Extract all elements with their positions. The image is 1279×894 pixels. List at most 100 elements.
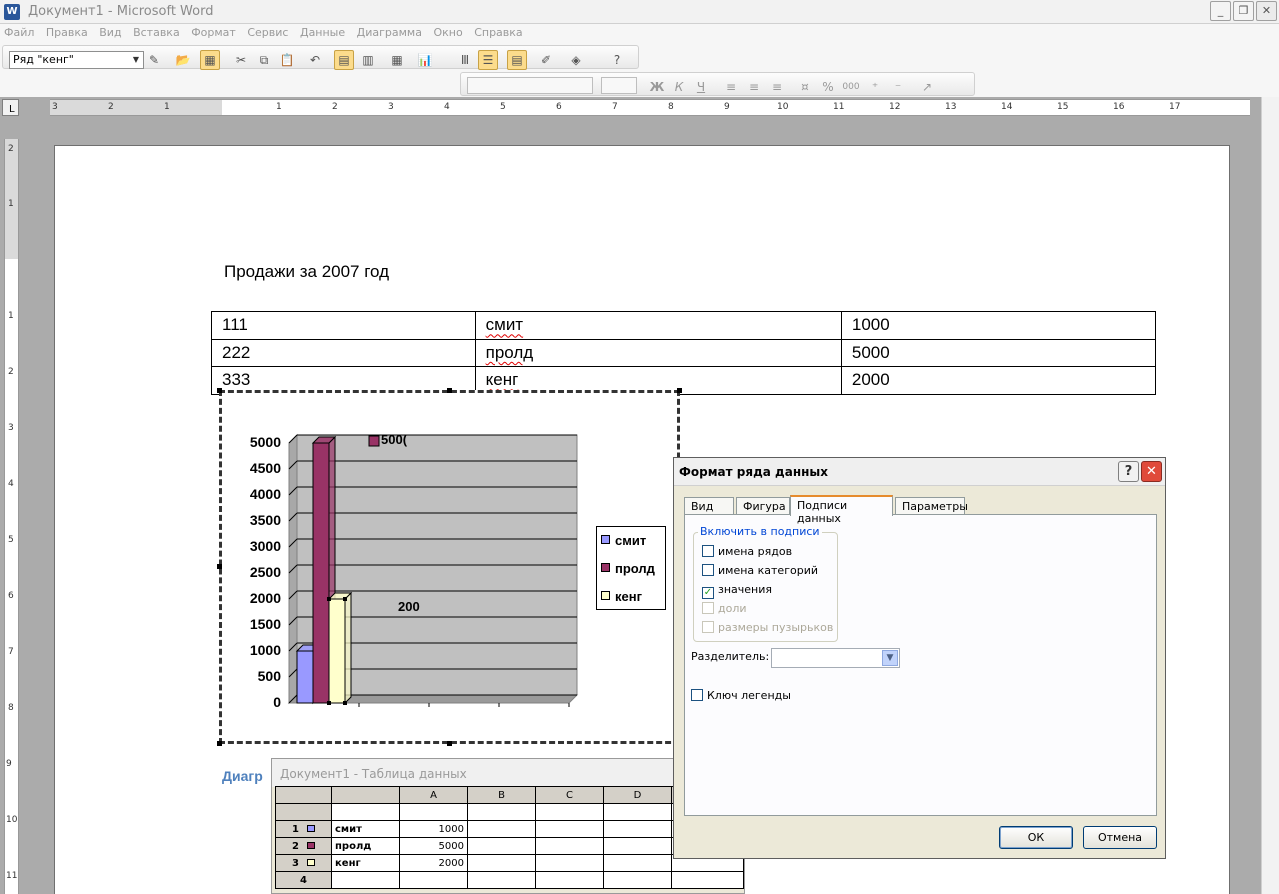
grid-cell[interactable]: пролд [331, 837, 400, 855]
bold-button[interactable]: Ж [647, 77, 667, 97]
resize-handle[interactable] [447, 741, 452, 746]
paste-icon[interactable]: 📋 [277, 50, 297, 70]
grid-cell[interactable] [467, 837, 536, 855]
by-column-icon[interactable]: ▥ [358, 50, 378, 70]
tab-shape[interactable]: Фигура [736, 497, 790, 515]
minimize-button[interactable]: _ [1210, 1, 1231, 21]
column-header[interactable]: B [467, 786, 536, 804]
grid-cell[interactable] [603, 803, 672, 821]
vertical-scrollbar[interactable] [1261, 97, 1279, 894]
resize-handle[interactable] [217, 564, 222, 569]
grid-cell[interactable] [399, 871, 468, 889]
table-cell[interactable]: 111 [211, 311, 476, 340]
dialog-close-button[interactable]: ✕ [1141, 461, 1162, 482]
row-name-header[interactable] [331, 786, 400, 804]
grid-cell[interactable] [535, 837, 604, 855]
italic-button[interactable]: К [669, 77, 689, 97]
align-left-icon[interactable]: ≡ [721, 77, 741, 97]
menu-help[interactable]: Справка [470, 24, 526, 39]
thousands-button[interactable]: 000 [841, 77, 861, 97]
help-button[interactable]: ? [1118, 461, 1139, 482]
row-header[interactable] [275, 803, 332, 821]
series-name-checkbox[interactable]: имена рядов [702, 545, 792, 558]
grid-cell[interactable] [535, 820, 604, 838]
chart-legend[interactable]: смит пролд кенг [596, 526, 666, 610]
increase-decimal-icon[interactable]: ⁺ [865, 77, 885, 97]
undo-icon[interactable]: ↶ [305, 50, 325, 70]
table-cell[interactable]: 2000 [840, 366, 1157, 395]
category-gridlines-icon[interactable]: Ⅲ [455, 50, 475, 70]
decrease-decimal-icon[interactable]: ⁻ [888, 77, 908, 97]
grid-cell[interactable] [399, 803, 468, 821]
font-select[interactable] [467, 77, 593, 94]
resize-handle[interactable] [217, 741, 222, 746]
tab-data-labels[interactable]: Подписи данных [790, 495, 893, 525]
grid-cell[interactable] [331, 803, 400, 821]
close-button[interactable]: ✕ [1256, 1, 1277, 21]
category-name-checkbox[interactable]: имена категорий [702, 564, 818, 577]
align-right-icon[interactable]: ≡ [767, 77, 787, 97]
grid-cell[interactable] [671, 871, 744, 889]
grid-cell[interactable]: 1000 [399, 820, 468, 838]
menu-tools[interactable]: Сервис [243, 24, 292, 39]
resize-handle[interactable] [677, 388, 682, 393]
select-all-cell[interactable] [275, 786, 332, 804]
tab-selector[interactable]: L [2, 99, 19, 116]
menu-view[interactable]: Вид [95, 24, 125, 39]
import-file-icon[interactable]: 📂 [173, 50, 193, 70]
cancel-button[interactable]: Отмена [1083, 826, 1157, 849]
menu-insert[interactable]: Вставка [129, 24, 184, 39]
legend-key-checkbox[interactable]: Ключ легенды [691, 689, 791, 702]
column-header[interactable]: A [399, 786, 468, 804]
data-label[interactable]: 200 [398, 599, 420, 614]
row-header[interactable]: 1 [275, 820, 332, 838]
value-checkbox[interactable]: ✓ значения [702, 583, 772, 599]
font-size-select[interactable] [601, 77, 637, 94]
grid-cell[interactable] [603, 820, 672, 838]
cut-icon[interactable]: ✂ [231, 50, 251, 70]
menu-data[interactable]: Данные [296, 24, 349, 39]
grid-cell[interactable] [535, 854, 604, 872]
chart-object-select[interactable]: Ряд "кенг" ▼ [9, 51, 144, 69]
drawing-icon[interactable]: ✐ [536, 50, 556, 70]
legend-icon[interactable]: ▤ [507, 50, 527, 70]
percent-button[interactable]: % [818, 77, 838, 97]
angle-text-icon[interactable]: ↗ [917, 77, 937, 97]
column-header[interactable]: C [535, 786, 604, 804]
grid-cell[interactable]: 5000 [399, 837, 468, 855]
fill-color-icon[interactable]: ◈ [566, 50, 586, 70]
table-cell[interactable]: смит [474, 311, 842, 340]
chart-object[interactable]: 0 500 1000 1500 2000 2500 3000 3500 4000 4500 5000… [219, 390, 680, 744]
grid-cell[interactable] [603, 871, 672, 889]
view-datasheet-icon[interactable]: ▦ [200, 50, 220, 70]
grid-cell[interactable] [467, 871, 536, 889]
align-center-icon[interactable]: ≡ [744, 77, 764, 97]
table-cell[interactable]: 222 [211, 338, 476, 367]
grid-cell[interactable] [535, 871, 604, 889]
menu-format[interactable]: Формат [187, 24, 240, 39]
grid-cell[interactable]: смит [331, 820, 400, 838]
row-header[interactable]: 4 [275, 871, 332, 889]
menu-chart[interactable]: Диаграмма [353, 24, 426, 39]
grid-cell[interactable] [467, 820, 536, 838]
table-cell[interactable]: 5000 [840, 338, 1157, 367]
separator-select[interactable]: ▼ [771, 648, 900, 668]
copy-icon[interactable]: ⧉ [254, 50, 274, 70]
row-header[interactable]: 3 [275, 854, 332, 872]
resize-handle[interactable] [447, 388, 452, 393]
chart-type-icon[interactable]: 📊 [415, 50, 435, 70]
menu-edit[interactable]: Правка [42, 24, 92, 39]
resize-handle[interactable] [217, 388, 222, 393]
table-cell[interactable]: 1000 [840, 311, 1157, 340]
chevron-down-icon[interactable]: ▼ [882, 650, 898, 666]
menu-file[interactable]: Файл [0, 24, 38, 39]
table-cell[interactable]: пролд [474, 338, 842, 367]
grid-cell[interactable]: кенг [331, 854, 400, 872]
column-header[interactable]: D [603, 786, 672, 804]
data-table-icon[interactable]: ▦ [387, 50, 407, 70]
underline-button[interactable]: Ч [691, 77, 711, 97]
maximize-button[interactable]: ❐ [1233, 1, 1254, 21]
tab-options[interactable]: Параметры [895, 497, 968, 515]
grid-cell[interactable] [467, 854, 536, 872]
grid-cell[interactable] [603, 854, 672, 872]
